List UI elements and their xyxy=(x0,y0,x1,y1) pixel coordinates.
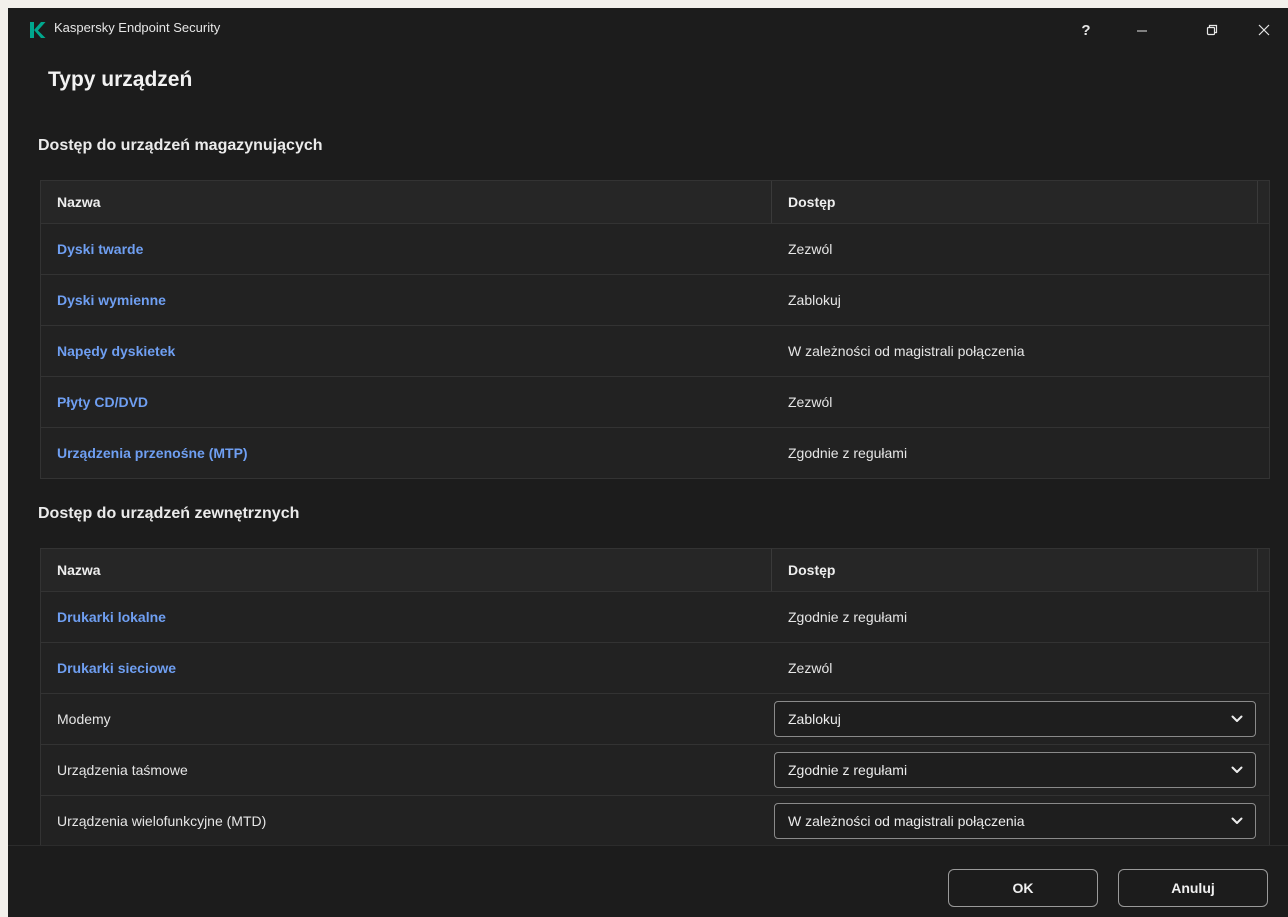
column-header-name[interactable]: Nazwa xyxy=(41,181,772,223)
table-row[interactable]: Urządzenia taśmowe Zgodnie z regułami xyxy=(41,745,1269,796)
access-value: Zezwól xyxy=(788,660,833,676)
cancel-button[interactable]: Anuluj xyxy=(1118,869,1268,907)
app-title: Kaspersky Endpoint Security xyxy=(54,20,221,35)
help-button[interactable]: ? xyxy=(1064,12,1108,48)
external-section-title: Dostęp do urządzeń zewnętrznych xyxy=(38,505,300,522)
device-link[interactable]: Napędy dyskietek xyxy=(41,343,772,359)
chevron-down-icon xyxy=(1231,817,1243,824)
chevron-down-icon xyxy=(1231,766,1243,773)
page-title: Typy urządzeń xyxy=(48,68,193,91)
table-row[interactable]: Napędy dyskietek W zależności od magistr… xyxy=(41,326,1269,377)
table-row[interactable]: Modemy Zablokuj xyxy=(41,694,1269,745)
access-value: Zezwól xyxy=(788,241,833,257)
device-link[interactable]: Płyty CD/DVD xyxy=(41,394,772,410)
device-link[interactable]: Drukarki sieciowe xyxy=(41,660,772,676)
table-row[interactable]: Drukarki lokalne Zgodnie z regułami xyxy=(41,592,1269,643)
access-value: Zezwól xyxy=(788,394,833,410)
table-row[interactable]: Drukarki sieciowe Zezwól xyxy=(41,643,1269,694)
restore-button[interactable] xyxy=(1190,12,1234,48)
access-select-cell: Zablokuj xyxy=(772,701,1269,737)
dropdown-value: Zgodnie z regułami xyxy=(788,762,908,778)
access-value: Zgodnie z regułami xyxy=(788,445,908,461)
column-header-name[interactable]: Nazwa xyxy=(41,549,772,591)
table-row[interactable]: Płyty CD/DVD Zezwól xyxy=(41,377,1269,428)
minimize-button[interactable] xyxy=(1120,12,1164,48)
device-name: Urządzenia taśmowe xyxy=(57,762,188,778)
restore-icon xyxy=(1206,24,1218,36)
close-button[interactable] xyxy=(1242,12,1286,48)
minimize-icon xyxy=(1137,30,1147,32)
device-link[interactable]: Dyski wymienne xyxy=(41,292,772,308)
table-header: Nazwa Dostęp xyxy=(41,549,1269,592)
dropdown-value: W zależności od magistrali połączenia xyxy=(788,813,1025,829)
access-select-cell: W zależności od magistrali połączenia xyxy=(772,803,1269,839)
column-header-access[interactable]: Dostęp xyxy=(772,181,1258,223)
access-dropdown[interactable]: W zależności od magistrali połączenia xyxy=(774,803,1256,839)
close-icon xyxy=(1258,24,1270,36)
table-header: Nazwa Dostęp xyxy=(41,181,1269,224)
table-row[interactable]: Dyski twarde Zezwól xyxy=(41,224,1269,275)
dropdown-value: Zablokuj xyxy=(788,711,841,727)
ok-button[interactable]: OK xyxy=(948,869,1098,907)
chevron-down-icon xyxy=(1231,715,1243,722)
storage-section-title: Dostęp do urządzeń magazynujących xyxy=(38,137,323,154)
dialog-footer: OK Anuluj xyxy=(8,845,1288,917)
device-link[interactable]: Urządzenia przenośne (MTP) xyxy=(41,445,772,461)
access-value: Zablokuj xyxy=(788,292,841,308)
access-dropdown[interactable]: Zgodnie z regułami xyxy=(774,752,1256,788)
table-row[interactable]: Urządzenia wielofunkcyjne (MTD) W zależn… xyxy=(41,796,1269,846)
title-bar: Kaspersky Endpoint Security ? xyxy=(8,8,1288,48)
device-link[interactable]: Dyski twarde xyxy=(41,241,772,257)
external-devices-table: Nazwa Dostęp Drukarki lokalne Zgodnie z … xyxy=(40,548,1270,846)
storage-devices-table: Nazwa Dostęp Dyski twarde Zezwól Dyski w… xyxy=(40,180,1270,479)
table-row[interactable]: Urządzenia przenośne (MTP) Zgodnie z reg… xyxy=(41,428,1269,478)
access-select-cell: Zgodnie z regułami xyxy=(772,752,1269,788)
table-row[interactable]: Dyski wymienne Zablokuj xyxy=(41,275,1269,326)
device-link[interactable]: Drukarki lokalne xyxy=(41,609,772,625)
kaspersky-logo-icon xyxy=(30,22,46,38)
device-name: Urządzenia wielofunkcyjne (MTD) xyxy=(57,813,267,829)
app-window: Kaspersky Endpoint Security ? Typy urząd… xyxy=(8,8,1288,917)
help-icon: ? xyxy=(1081,21,1091,39)
device-name: Modemy xyxy=(57,711,111,727)
access-value: Zgodnie z regułami xyxy=(788,609,908,625)
access-dropdown[interactable]: Zablokuj xyxy=(774,701,1256,737)
column-header-access[interactable]: Dostęp xyxy=(772,549,1258,591)
access-value: W zależności od magistrali połączenia xyxy=(788,343,1025,359)
